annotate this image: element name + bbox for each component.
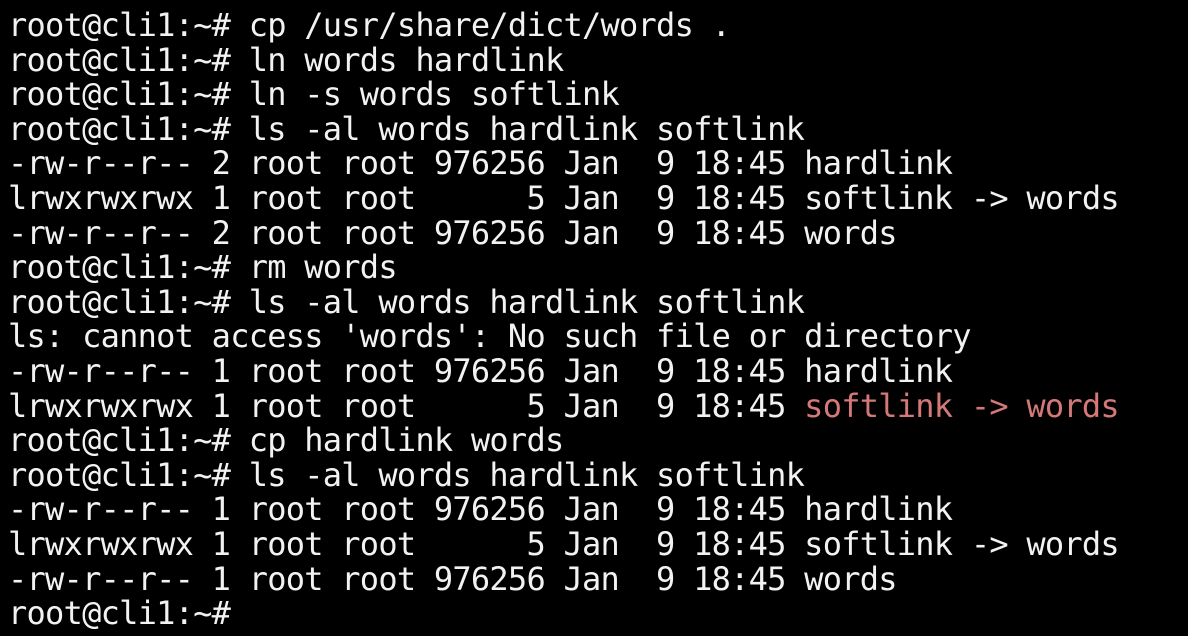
terminal-line: root@cli1:~# ls -al words hardlink softl…: [8, 455, 805, 494]
link-arrow: ->: [952, 386, 1027, 425]
terminal-line: -rw-r--r-- 2 root root 976256 Jan 9 18:4…: [8, 144, 953, 183]
broken-link-target: words: [1026, 386, 1119, 425]
terminal-line: root@cli1:~# rm words: [8, 248, 398, 287]
broken-link-name: softlink: [804, 386, 953, 425]
terminal-line: ls: cannot access 'words': No such file …: [8, 317, 972, 356]
terminal-prompt[interactable]: root@cli1:~#: [8, 596, 1188, 631]
terminal-line: root@cli1:~# ls -al words hardlink softl…: [8, 282, 805, 321]
terminal-line: lrwxrwxrwx 1 root root 5 Jan 9 18:45 sof…: [8, 178, 1120, 217]
terminal-line: root@cli1:~# cp /usr/share/dict/words .: [8, 6, 731, 44]
terminal-line: -rw-r--r-- 2 root root 976256 Jan 9 18:4…: [8, 213, 898, 252]
terminal-line: root@cli1:~# ls -al words hardlink softl…: [8, 109, 805, 148]
terminal-line: root@cli1:~# cp hardlink words: [8, 421, 564, 460]
terminal-line: root@cli1:~# ln words hardlink: [8, 40, 564, 79]
terminal-line: -rw-r--r-- 1 root root 976256 Jan 9 18:4…: [8, 351, 953, 390]
terminal-line: lrwxrwxrwx 1 root root 5 Jan 9 18:45 sof…: [8, 524, 1120, 563]
terminal-window[interactable]: root@cli1:~# cp /usr/share/dict/words . …: [0, 0, 1188, 636]
terminal-line: -rw-r--r-- 1 root root 976256 Jan 9 18:4…: [8, 559, 898, 598]
terminal-line: root@cli1:~# ln -s words softlink: [8, 75, 620, 114]
terminal-line: -rw-r--r-- 1 root root 976256 Jan 9 18:4…: [8, 490, 953, 529]
listing-prefix: lrwxrwxrwx 1 root root 5 Jan 9 18:45: [8, 386, 805, 425]
terminal-line-broken-symlink: lrwxrwxrwx 1 root root 5 Jan 9 18:45 sof…: [8, 386, 1188, 425]
